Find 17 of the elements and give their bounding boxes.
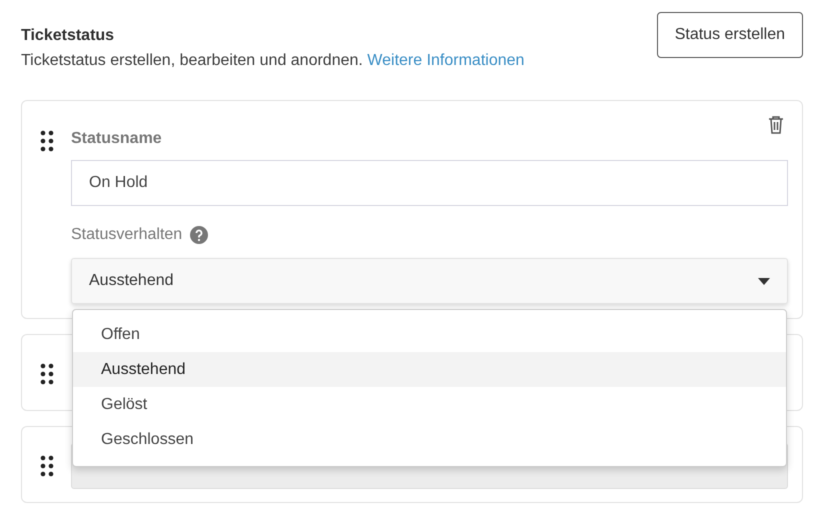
status-behavior-label: Statusverhalten	[71, 226, 182, 244]
dropdown-option[interactable]: Gelöst	[73, 387, 786, 422]
dropdown-option[interactable]: Geschlossen	[73, 422, 786, 457]
drag-handle-icon[interactable]	[40, 455, 54, 477]
drag-handle-icon[interactable]	[40, 363, 54, 385]
more-info-link[interactable]: Weitere Informationen	[367, 52, 524, 69]
status-name-field[interactable]: On Hold	[71, 160, 788, 206]
help-icon[interactable]	[190, 226, 208, 244]
trash-icon[interactable]	[767, 115, 785, 135]
section-description: Ticketstatus erstellen, bearbeiten und anordnen. Weitere Informationen	[21, 52, 524, 70]
status-name-label: Statusname	[71, 130, 163, 148]
create-status-button[interactable]: Status erstellen	[656, 12, 803, 58]
caret-icon	[758, 278, 770, 284]
dropdown-option[interactable]: Ausstehend	[73, 352, 786, 387]
drag-handle-icon[interactable]	[40, 130, 54, 152]
section-title: Ticketstatus	[21, 27, 116, 45]
dropdown-option[interactable]: Offen	[73, 317, 786, 352]
